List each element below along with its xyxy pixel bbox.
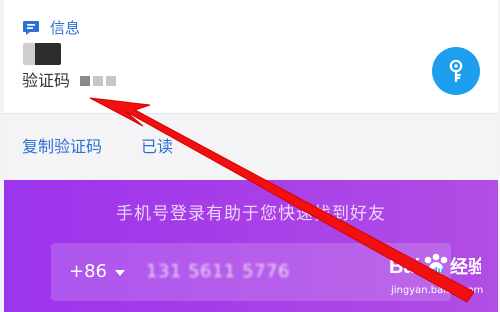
red-arrow [89, 97, 475, 303]
screenshot-frame: 信息 验证码 复制验证码 已读 手机号登录有助于您快速找到好友 +86 131 … [4, 0, 498, 312]
